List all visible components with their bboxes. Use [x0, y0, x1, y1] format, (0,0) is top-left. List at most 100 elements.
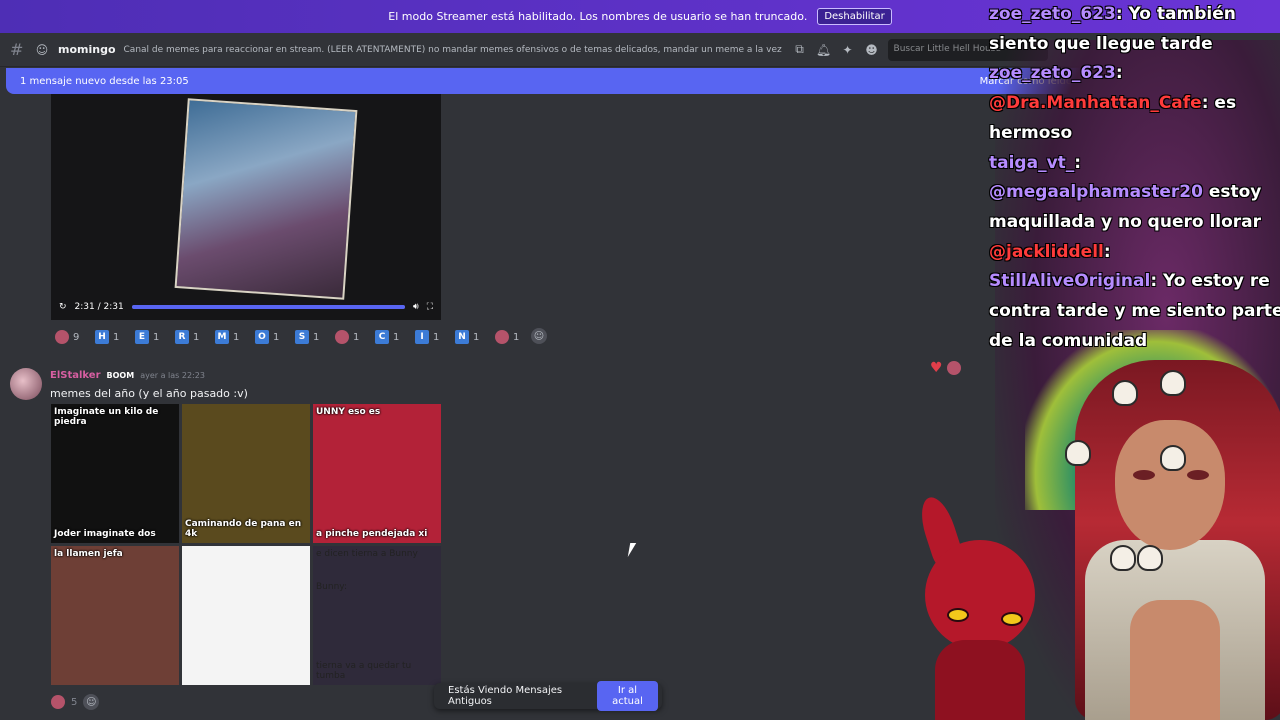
vtuber-face	[1115, 420, 1225, 550]
reaction-chip[interactable]: I1	[411, 328, 447, 346]
meme-image[interactable]: Imaginate un kilo de piedra Joder imagina…	[51, 404, 179, 543]
video-progress-fill	[131, 305, 406, 309]
reaction-chip[interactable]: H1	[91, 328, 127, 346]
pin-icon[interactable]: ✦	[840, 42, 856, 58]
letter-emoji-icon: O	[255, 330, 269, 344]
chat-message: zoe_zeto_623: Yo también siento que lleg…	[989, 0, 1280, 59]
notification-bell-icon[interactable]: 🔔︎	[816, 42, 832, 58]
reaction-chip[interactable]: R1	[171, 328, 207, 346]
stream-overlay: zoe_zeto_623: Yo también siento que lleg…	[905, 0, 1280, 720]
meme-image[interactable]: UNNY eso es a pinche pendejada xi	[313, 404, 441, 543]
meme-caption: e dicen tierna a Bunny	[316, 549, 418, 559]
message-timestamp: ayer a las 22:23	[140, 371, 205, 380]
chat-text: :	[1074, 152, 1082, 173]
reaction-chip[interactable]: 9	[51, 328, 87, 346]
meme-image[interactable]	[182, 546, 310, 685]
disable-streamer-mode-button[interactable]: Deshabilitar	[817, 8, 892, 25]
chat-message: zoe_zeto_623:	[989, 59, 1280, 89]
reaction-emoji-icon[interactable]	[51, 695, 65, 709]
reaction-count: 1	[153, 331, 160, 343]
reaction-chip[interactable]: N1	[451, 328, 487, 346]
letter-emoji-icon: I	[415, 330, 429, 344]
video-player[interactable]: ↻ 2:31 / 2:31 🔊︎ ⛶	[51, 94, 441, 320]
channel-emoji-icon: ☺	[35, 42, 49, 57]
video-controls: ↻ 2:31 / 2:31 🔊︎ ⛶	[51, 294, 441, 320]
reaction-chip[interactable]: E1	[131, 328, 167, 346]
chat-message: @megaalphamaster20 estoy maquillada y no…	[989, 178, 1280, 237]
reaction-chip[interactable]: M1	[211, 328, 247, 346]
reaction-count: 1	[433, 331, 440, 343]
chat-username: StillAliveOriginal	[989, 271, 1151, 292]
meme-image[interactable]: la llamen jefa	[51, 546, 179, 685]
reaction-chip[interactable]: C1	[371, 328, 407, 346]
letter-emoji-icon: N	[455, 330, 469, 344]
reaction-emoji-icon	[335, 330, 349, 344]
chat-username: taiga_vt_	[989, 152, 1075, 173]
replay-icon[interactable]: ↻	[59, 302, 67, 312]
reaction-count: 1	[353, 331, 360, 343]
meme-caption: tierna va a quedar tu tumba	[316, 661, 412, 681]
message-content: memes del año (y el año pasado :v)	[50, 387, 248, 400]
reaction-chip[interactable]: S1	[291, 328, 327, 346]
reaction-count: 1	[233, 331, 240, 343]
thread-hash-icon: #	[10, 40, 24, 59]
devil-eye-right	[1001, 612, 1023, 626]
chat-username: @jackliddell	[989, 241, 1104, 262]
chat-message: StillAliveOriginal: Yo estoy re contra t…	[989, 267, 1280, 356]
devil-eye-left	[947, 608, 969, 622]
devil-mascot	[925, 540, 1035, 650]
meme-caption: Joder imaginate dos	[54, 529, 156, 539]
video-progress-bar[interactable]	[131, 305, 406, 309]
video-time: 2:31 / 2:31	[74, 302, 124, 312]
new-messages-text: 1 mensaje nuevo desde las 23:05	[20, 75, 189, 87]
jump-to-present-button[interactable]: Ir al actual	[596, 681, 658, 711]
vtuber-eye-right	[1187, 470, 1209, 480]
devil-mascot-body	[935, 640, 1025, 720]
channel-topic[interactable]: Canal de memes para reaccionar en stream…	[124, 45, 784, 55]
skull-icon	[1160, 370, 1186, 396]
meme-image[interactable]: Caminando de pana en 4k	[182, 404, 310, 543]
streamer-mode-message: El modo Streamer está habilitado. Los no…	[388, 10, 808, 23]
reaction-count: 1	[113, 331, 120, 343]
chat-username: @megaalphamaster20	[989, 182, 1203, 203]
chat-text: :	[1103, 241, 1111, 262]
threads-icon[interactable]: ⧉	[792, 42, 808, 58]
reaction-count: 1	[473, 331, 480, 343]
role-badge: BOOM	[106, 371, 135, 380]
reaction-count: 1	[513, 331, 520, 343]
message-author[interactable]: ElStalker	[50, 370, 101, 381]
letter-emoji-icon: C	[375, 330, 389, 344]
reaction-count: 1	[393, 331, 400, 343]
chat-text: :	[1115, 63, 1123, 84]
stream-chat: zoe_zeto_623: Yo también siento que lleg…	[989, 0, 1280, 356]
reaction-chip[interactable]: 1	[491, 328, 527, 346]
fullscreen-icon[interactable]: ⛶	[427, 302, 433, 312]
reaction-count: 1	[273, 331, 280, 343]
reaction-emoji-icon	[495, 330, 509, 344]
mouse-cursor-icon	[627, 543, 637, 557]
old-messages-bar: Estás Viendo Mensajes Antiguos Ir al act…	[434, 681, 662, 711]
reaction-chip[interactable]: 1	[331, 328, 367, 346]
meme-image[interactable]: e dicen tierna a Bunny Bunny: tierna va a …	[313, 546, 441, 685]
volume-icon[interactable]: 🔊︎	[413, 302, 419, 312]
vtuber-chest	[1130, 600, 1220, 720]
add-reaction-icon[interactable]: ☺	[83, 694, 100, 710]
skull-icon	[1110, 545, 1136, 571]
skull-icon	[1112, 380, 1138, 406]
letter-emoji-icon: E	[135, 330, 149, 344]
vtuber-eye-left	[1133, 470, 1155, 480]
reaction-count: 1	[193, 331, 200, 343]
chat-message: taiga_vt_:	[989, 149, 1280, 179]
reaction-count: 5	[71, 696, 78, 708]
video-thumbnail	[174, 98, 358, 300]
avatar[interactable]	[10, 368, 42, 400]
skull-icon	[1137, 545, 1163, 571]
letter-emoji-icon: M	[215, 330, 229, 344]
meme-caption: Imaginate un kilo de piedra	[54, 407, 159, 427]
reaction-chip[interactable]: O1	[251, 328, 287, 346]
meme-caption: UNNY eso es	[316, 407, 381, 417]
message-header: ElStalker BOOM ayer a las 22:23	[50, 370, 205, 381]
add-reaction-icon[interactable]: ☺	[531, 328, 547, 344]
bottom-reactions: 5 ☺	[51, 694, 100, 710]
members-icon[interactable]: ☻	[864, 42, 880, 58]
